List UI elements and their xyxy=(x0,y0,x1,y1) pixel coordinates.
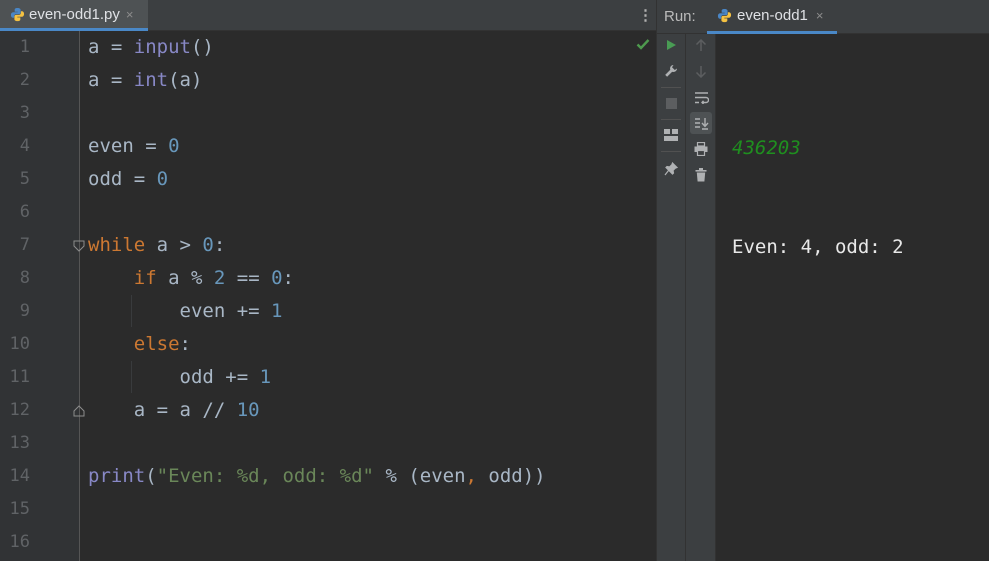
code-line-2: a = int(a) xyxy=(88,69,203,91)
console-program-output: Even: 4, odd: 2 xyxy=(732,236,904,258)
soft-wrap-button[interactable] xyxy=(690,86,712,108)
code-line-14: print("Even: %d, odd: %d" % (even, odd)) xyxy=(88,465,546,487)
editor-tab-bar: even-odd1.py × ⋮ xyxy=(0,0,656,31)
code-line-5: odd = 0 xyxy=(88,168,169,190)
fold-end-icon[interactable] xyxy=(73,405,85,417)
run-tool-window: Run: even-odd1 × 436203 Even: 4, odd: 2 xyxy=(656,0,989,561)
next-occurrence-button[interactable] xyxy=(690,60,712,82)
line-number: 6 xyxy=(19,202,30,222)
soft-wrap-icon xyxy=(694,91,709,104)
run-tab-even-odd1[interactable]: even-odd1 × xyxy=(707,0,837,34)
python-run-config-icon xyxy=(717,8,732,23)
play-icon xyxy=(667,40,676,50)
code-editor[interactable]: even-odd1.py × ⋮ 1 2 3 4 5 6 7 8 9 10 11 12 13 14 15 16… xyxy=(0,0,656,561)
code-line-9: even += 1 xyxy=(179,300,283,322)
pin-icon xyxy=(664,162,678,176)
line-number: 15 xyxy=(9,499,30,519)
layout-grid-icon xyxy=(664,129,678,141)
line-number: 5 xyxy=(19,169,30,189)
run-label: Run: xyxy=(664,8,696,25)
trash-icon xyxy=(695,168,707,182)
line-number: 11 xyxy=(9,367,30,387)
line-number: 9 xyxy=(19,301,30,321)
editor-tab-title: even-odd1.py xyxy=(29,5,120,23)
line-number-gutter: 1 2 3 4 5 6 7 8 9 10 11 12 13 14 15 16 xyxy=(0,31,80,561)
arrow-down-icon xyxy=(695,65,707,78)
code-line-4: even = 0 xyxy=(88,135,180,157)
wrench-icon xyxy=(665,65,677,77)
code-line-7: while a > 0: xyxy=(88,234,226,256)
toolbar-separator xyxy=(661,119,681,120)
line-number: 2 xyxy=(19,70,30,90)
line-number: 8 xyxy=(19,268,30,288)
line-number: 7 xyxy=(19,235,30,255)
line-number: 16 xyxy=(9,532,30,552)
toolbar-separator xyxy=(661,151,681,152)
code-line-10: else: xyxy=(133,333,191,355)
layout-button[interactable] xyxy=(660,124,682,146)
run-tab-close-icon[interactable]: × xyxy=(816,8,824,23)
pin-tab-button[interactable] xyxy=(660,158,682,180)
line-number: 4 xyxy=(19,136,30,156)
stop-button[interactable] xyxy=(660,92,682,114)
editor-tab-close-icon[interactable]: × xyxy=(126,7,134,22)
toolbar-separator xyxy=(661,87,681,88)
console-user-input: 436203 xyxy=(732,137,801,159)
rerun-button[interactable] xyxy=(660,34,682,56)
editor-tab-even-odd1[interactable]: even-odd1.py × xyxy=(0,0,148,31)
previous-occurrence-button[interactable] xyxy=(690,34,712,56)
no-problems-check-icon[interactable] xyxy=(636,38,650,50)
line-number: 12 xyxy=(9,400,30,420)
code-line-8: if a % 2 == 0: xyxy=(133,267,294,289)
print-button[interactable] xyxy=(690,138,712,160)
line-number: 14 xyxy=(9,466,30,486)
scroll-to-end-button[interactable] xyxy=(690,112,712,134)
line-number: 13 xyxy=(9,433,30,453)
line-number: 10 xyxy=(9,334,30,354)
line-number: 3 xyxy=(19,103,30,123)
python-file-icon xyxy=(10,7,25,21)
run-tab-title: even-odd1 xyxy=(737,7,808,24)
run-toolbar-secondary xyxy=(686,34,716,561)
code-line-12: a = a // 10 xyxy=(133,399,260,421)
edit-configuration-button[interactable] xyxy=(660,60,682,82)
scroll-to-end-icon xyxy=(694,117,709,130)
clear-all-button[interactable] xyxy=(690,164,712,186)
run-toolbar-primary xyxy=(657,34,686,561)
more-options-icon[interactable]: ⋮ xyxy=(638,8,653,23)
run-header: Run: even-odd1 × xyxy=(657,0,989,34)
console-output[interactable]: 436203 Even: 4, odd: 2 xyxy=(732,66,904,330)
arrow-up-icon xyxy=(695,38,707,51)
code-line-11: odd += 1 xyxy=(179,366,272,388)
printer-icon xyxy=(694,142,708,156)
fold-collapse-icon[interactable] xyxy=(73,240,85,252)
line-number: 1 xyxy=(19,37,30,57)
stop-icon xyxy=(665,97,677,109)
code-line-1: a = input() xyxy=(88,36,214,58)
